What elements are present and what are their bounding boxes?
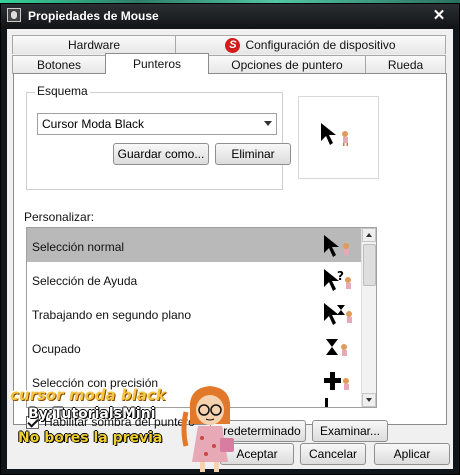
tab-wheel[interactable]: Rueda	[365, 55, 446, 74]
mouse-icon	[7, 8, 21, 22]
scheme-legend: Esquema	[35, 84, 90, 98]
list-item[interactable]: Selección normal	[27, 228, 361, 262]
tab-pointers[interactable]: Punteros	[105, 53, 209, 74]
svg-text:?: ?	[337, 269, 344, 283]
tab-row-top: Hardware S Configuración de dispositivo	[12, 35, 446, 54]
customize-label: Personalizar:	[24, 210, 95, 224]
list-scrollbar[interactable]	[361, 228, 376, 407]
scheme-select-value: Cursor Moda Black	[42, 117, 145, 131]
browse-button[interactable]: Examinar...	[312, 420, 388, 442]
watermark-tagline: No bores la previa	[18, 430, 163, 446]
tab-buttons-label: Botones	[36, 58, 82, 72]
cursor-preview	[298, 96, 379, 179]
girl-character-icon	[181, 386, 234, 472]
tab-pointer-options-label: Opciones de puntero	[231, 58, 343, 72]
list-item-label: Trabajando en segundo plano	[32, 308, 192, 322]
chevron-down-icon	[264, 121, 272, 126]
tab-row-bottom: Botones Punteros Opciones de puntero Rue…	[12, 53, 446, 74]
scheme-group: Esquema Cursor Moda Black Guardar como..…	[26, 84, 291, 190]
arrow-girl-cursor-icon	[321, 123, 348, 146]
pointers-panel: Esquema Cursor Moda Black Guardar como..…	[13, 73, 447, 442]
hourglass-girl-cursor-icon	[326, 339, 347, 356]
list-item[interactable]: Ocupado	[27, 330, 361, 364]
watermark-title: cursor moda black	[10, 386, 166, 404]
list-item[interactable]: Selección de Ayuda ?	[27, 262, 361, 296]
watermark-overlay: cursor moda black By:TutorialsMini No bo…	[0, 380, 250, 475]
save-as-button[interactable]: Guardar como...	[113, 143, 209, 165]
title-bar: Propiedades de Mouse ✕	[1, 4, 459, 28]
tab-device-settings[interactable]: S Configuración de dispositivo	[175, 35, 446, 54]
synaptics-icon: S	[225, 37, 241, 53]
tab-pointers-label: Punteros	[132, 57, 182, 71]
tab-device-settings-label: Configuración de dispositivo	[245, 38, 396, 52]
tab-buttons[interactable]: Botones	[12, 55, 106, 74]
crosshair-girl-cursor-icon	[324, 372, 349, 390]
busy-arrow-girl-cursor-icon	[324, 303, 352, 325]
apply-button[interactable]: Aplicar	[374, 443, 450, 465]
tab-hardware-label: Hardware	[67, 38, 121, 52]
help-girl-cursor-icon: ?	[324, 269, 351, 291]
cancel-button[interactable]: Cancelar	[300, 443, 366, 465]
scheme-select[interactable]: Cursor Moda Black	[37, 113, 277, 135]
list-item-label: Ocupado	[32, 342, 81, 356]
scroll-up-button[interactable]	[362, 228, 376, 242]
arrow-girl-cursor-icon	[324, 235, 349, 257]
watermark-author: By:TutorialsMini	[28, 406, 156, 422]
tab-pointer-options[interactable]: Opciones de puntero	[208, 55, 366, 74]
list-item-label: Selección de Ayuda	[32, 274, 138, 288]
scroll-thumb[interactable]	[363, 244, 376, 286]
list-item[interactable]: Trabajando en segundo plano	[27, 296, 361, 330]
partial-cursor-icon	[325, 398, 328, 407]
list-item-label: Selección normal	[32, 240, 125, 254]
delete-button[interactable]: Eliminar	[215, 143, 291, 165]
scroll-down-button[interactable]	[362, 393, 376, 407]
tab-hardware[interactable]: Hardware	[12, 35, 176, 54]
close-button[interactable]: ✕	[425, 6, 453, 24]
tab-wheel-label: Rueda	[387, 58, 424, 72]
window-title: Propiedades de Mouse	[28, 9, 159, 23]
